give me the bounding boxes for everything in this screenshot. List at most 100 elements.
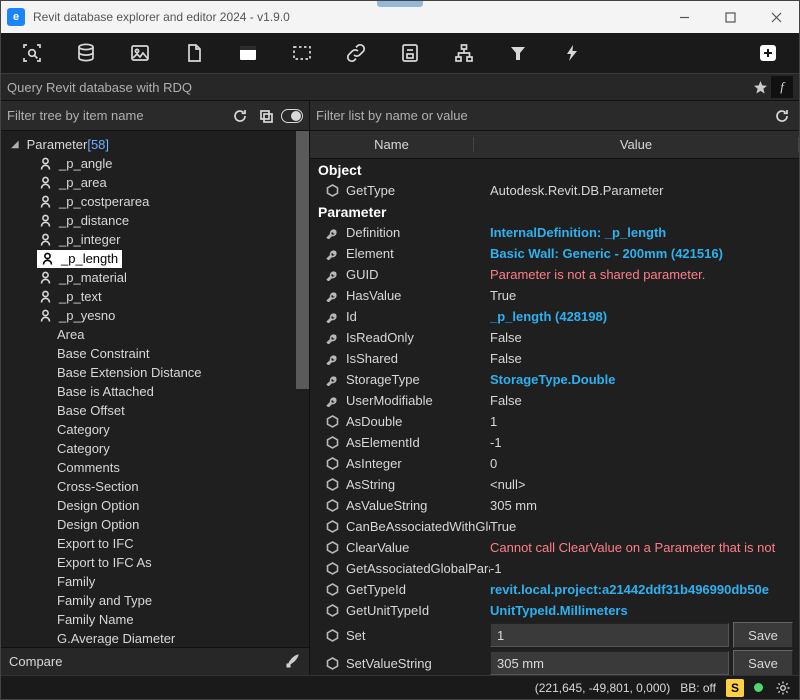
events-bolt-button[interactable] bbox=[547, 36, 597, 70]
grid-row-value: Basic Wall: Generic - 200mm (421516) bbox=[490, 246, 799, 261]
tree-subitem[interactable]: Comments bbox=[1, 458, 309, 477]
database-button[interactable] bbox=[61, 36, 111, 70]
grid-row[interactable]: GetTypeIdrevit.local.project:a21442ddf31… bbox=[310, 579, 799, 600]
tree-subitem[interactable]: Category bbox=[1, 420, 309, 439]
tree-item[interactable]: _p_material bbox=[1, 268, 309, 287]
tree-subitem[interactable]: Base Constraint bbox=[1, 344, 309, 363]
query-bar[interactable]: Query Revit database with RDQ f bbox=[1, 73, 799, 101]
favorite-icon[interactable] bbox=[749, 80, 771, 95]
tree-root[interactable]: ◢ Parameter[58] bbox=[1, 135, 309, 154]
grid-row[interactable]: GUIDParameter is not a shared parameter. bbox=[310, 264, 799, 285]
list-reload-icon[interactable] bbox=[771, 105, 793, 127]
grid-row[interactable]: AsElementId-1 bbox=[310, 432, 799, 453]
tree-filter-bar[interactable]: Filter tree by item name bbox=[1, 101, 309, 131]
document-button[interactable] bbox=[169, 36, 219, 70]
tree-scrollbar[interactable] bbox=[296, 131, 309, 389]
grid-row[interactable]: ClearValueCannot call ClearValue on a Pa… bbox=[310, 537, 799, 558]
tree-toggle[interactable] bbox=[281, 105, 303, 127]
status-snoop-badge[interactable]: S bbox=[726, 679, 744, 697]
grid-body[interactable]: ObjectGetTypeAutodesk.Revit.DB.Parameter… bbox=[310, 159, 799, 675]
tree-subitem[interactable]: Category bbox=[1, 439, 309, 458]
panel-button[interactable] bbox=[223, 36, 273, 70]
minimize-button[interactable] bbox=[661, 1, 707, 33]
grid-row[interactable]: AsString<null> bbox=[310, 474, 799, 495]
script-fx-button[interactable]: f bbox=[771, 76, 793, 98]
tree-subitem[interactable]: Family and Type bbox=[1, 591, 309, 610]
filter-hourglass-button[interactable] bbox=[493, 36, 543, 70]
grid-row-name: IsReadOnly bbox=[346, 330, 490, 345]
tree-subitem-label: Export to IFC As bbox=[57, 555, 152, 570]
tree-subitem[interactable]: Base Extension Distance bbox=[1, 363, 309, 382]
column-name[interactable]: Name bbox=[310, 137, 474, 152]
tree-subitem-label: Category bbox=[57, 441, 110, 456]
grid-row[interactable]: Id_p_length (428198) bbox=[310, 306, 799, 327]
grid-row[interactable]: StorageTypeStorageType.Double bbox=[310, 369, 799, 390]
tree-subitem[interactable]: Family bbox=[1, 572, 309, 591]
tree-subitem[interactable]: Design Option bbox=[1, 496, 309, 515]
tree-subitem[interactable]: Export to IFC As bbox=[1, 553, 309, 572]
close-button[interactable] bbox=[753, 1, 799, 33]
grid-row-name: GetAssociatedGlobalParam bbox=[346, 561, 490, 576]
grid-row[interactable]: AsDouble1 bbox=[310, 411, 799, 432]
grid-row-name: AsInteger bbox=[346, 456, 490, 471]
grid-edit-input[interactable]: 1 bbox=[490, 623, 729, 647]
grid-row[interactable]: AsInteger0 bbox=[310, 453, 799, 474]
tree-item[interactable]: _p_text bbox=[1, 287, 309, 306]
settings-gear-icon[interactable] bbox=[773, 680, 793, 696]
grid-row[interactable]: IsSharedFalse bbox=[310, 348, 799, 369]
status-bb[interactable]: BB: off bbox=[680, 681, 716, 695]
brush-icon[interactable] bbox=[285, 652, 301, 671]
save-data-button[interactable] bbox=[385, 36, 435, 70]
grid-row[interactable]: DefinitionInternalDefinition: _p_length bbox=[310, 222, 799, 243]
grid-row[interactable]: UserModifiableFalse bbox=[310, 390, 799, 411]
tree-subitem[interactable]: Family Name bbox=[1, 610, 309, 629]
column-value[interactable]: Value bbox=[474, 137, 799, 152]
maximize-button[interactable] bbox=[707, 1, 753, 33]
image-button[interactable] bbox=[115, 36, 165, 70]
grid-row[interactable]: IsReadOnlyFalse bbox=[310, 327, 799, 348]
grid-row[interactable]: GetTypeAutodesk.Revit.DB.Parameter bbox=[310, 180, 799, 201]
tree-item[interactable]: _p_length bbox=[1, 249, 309, 268]
grid-row-value: True bbox=[490, 519, 799, 534]
tree-subitem[interactable]: Base Offset bbox=[1, 401, 309, 420]
tree-subitem[interactable]: G.Average Diameter bbox=[1, 629, 309, 647]
add-button[interactable] bbox=[743, 36, 793, 70]
selection-scan-button[interactable] bbox=[7, 36, 57, 70]
tree-subitem[interactable]: Export to IFC bbox=[1, 534, 309, 553]
tree-item[interactable]: _p_area bbox=[1, 173, 309, 192]
grid-save-button[interactable]: Save bbox=[733, 622, 793, 648]
grid-row[interactable]: HasValueTrue bbox=[310, 285, 799, 306]
grid-row[interactable]: GetUnitTypeIdUnitTypeId.Millimeters bbox=[310, 600, 799, 621]
grid-row[interactable]: CanBeAssociatedWithGlobTrue bbox=[310, 516, 799, 537]
list-filter-bar[interactable]: Filter list by name or value bbox=[310, 101, 799, 131]
titlebar-grip[interactable] bbox=[377, 1, 423, 7]
copy-icon[interactable] bbox=[255, 105, 277, 127]
tree-subitem[interactable]: Design Option bbox=[1, 515, 309, 534]
tree-item[interactable]: _p_costperarea bbox=[1, 192, 309, 211]
reload-icon[interactable] bbox=[229, 105, 251, 127]
tree-item[interactable]: _p_angle bbox=[1, 154, 309, 173]
link-button[interactable] bbox=[331, 36, 381, 70]
grid-edit-input[interactable]: 305 mm bbox=[490, 651, 729, 675]
status-dot-icon bbox=[754, 683, 763, 692]
tree-subitem[interactable]: Area bbox=[1, 325, 309, 344]
tree-item[interactable]: _p_yesno bbox=[1, 306, 309, 325]
tree-subitem[interactable]: Cross-Section bbox=[1, 477, 309, 496]
grid-row[interactable]: ElementBasic Wall: Generic - 200mm (4215… bbox=[310, 243, 799, 264]
tree-item[interactable]: _p_distance bbox=[1, 211, 309, 230]
hierarchy-button[interactable] bbox=[439, 36, 489, 70]
grid-header: Name Value bbox=[310, 131, 799, 159]
hex-icon bbox=[324, 415, 340, 428]
tree-subitem-label: Comments bbox=[57, 460, 120, 475]
tree-item[interactable]: _p_integer bbox=[1, 230, 309, 249]
tree[interactable]: ◢ Parameter[58]_p_angle_p_area_p_costper… bbox=[1, 131, 309, 647]
marquee-button[interactable] bbox=[277, 36, 327, 70]
grid-row[interactable]: AsValueString305 mm bbox=[310, 495, 799, 516]
tree-subitem[interactable]: Base is Attached bbox=[1, 382, 309, 401]
tree-root-count: [58] bbox=[87, 137, 109, 152]
compare-bar[interactable]: Compare bbox=[1, 647, 309, 675]
tree-subitem-label: Family Name bbox=[57, 612, 134, 627]
app-window: e Revit database explorer and editor 202… bbox=[0, 0, 800, 700]
grid-save-button[interactable]: Save bbox=[733, 650, 793, 675]
grid-row[interactable]: GetAssociatedGlobalParam-1 bbox=[310, 558, 799, 579]
